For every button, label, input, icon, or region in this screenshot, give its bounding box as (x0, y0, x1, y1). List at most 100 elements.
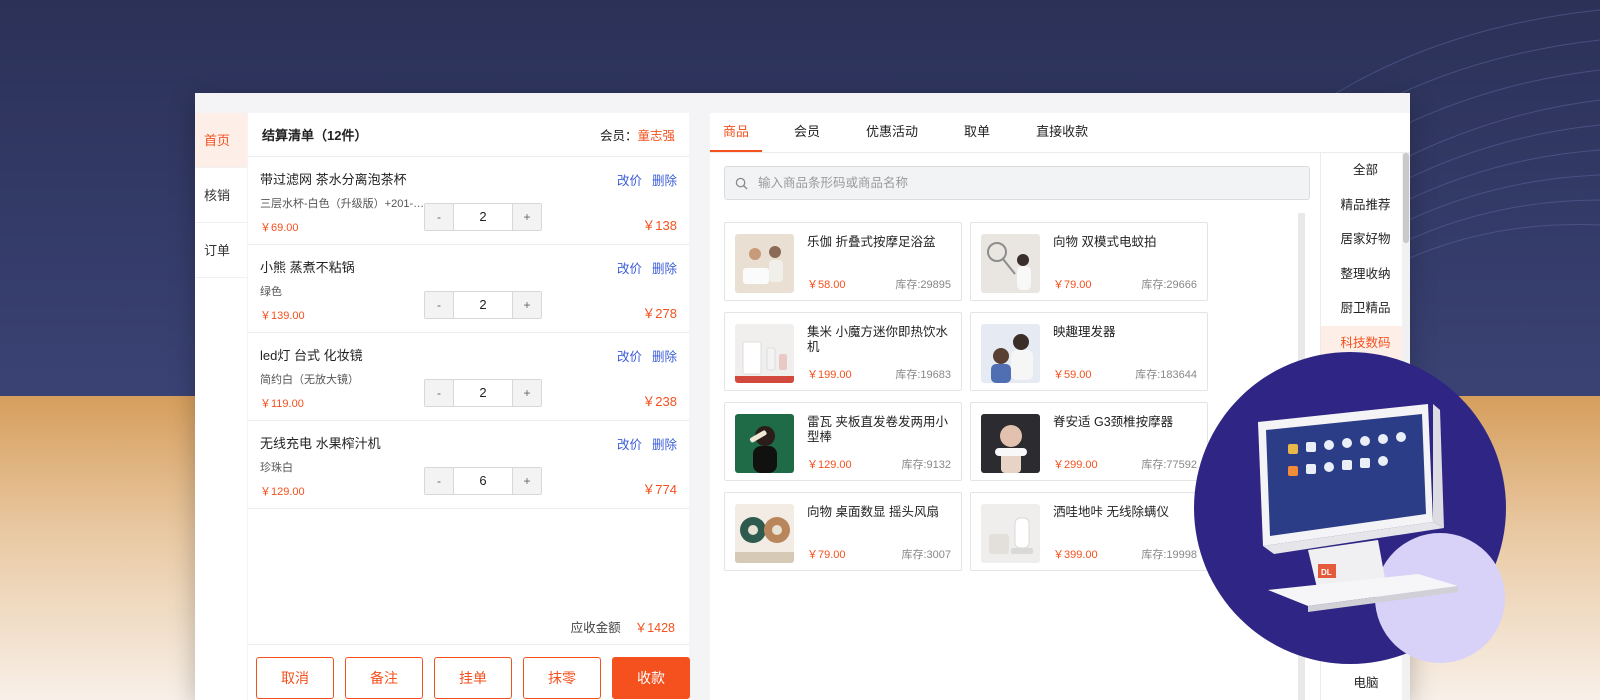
product-price: ￥79.00 (1053, 279, 1092, 291)
quantity-input[interactable]: 2 (453, 380, 513, 406)
product-stock: 库存:29895 (895, 279, 951, 291)
increase-button[interactable]: + (513, 292, 541, 318)
quantity-input[interactable]: 2 (453, 292, 513, 318)
search-icon (735, 177, 748, 190)
search-input[interactable] (758, 176, 1298, 190)
product-price: ￥129.00 (807, 459, 852, 471)
item-unit-price: ￥139.00 (260, 310, 305, 322)
product-image (981, 324, 1040, 383)
cart-action-bar: 取消 备注 挂单 抹零 收款 (256, 657, 690, 699)
tab-products[interactable]: 商品 (710, 113, 763, 152)
quantity-stepper: - 6 + (424, 467, 542, 495)
product-price: ￥299.00 (1053, 459, 1098, 471)
cart-header: 结算清单（12件） 会员：童志强 (248, 113, 689, 157)
category-storage[interactable]: 整理收纳 (1321, 257, 1410, 292)
cart-item: 小熊 蒸煮不粘锅 绿色 ￥139.00 改价 删除 - 2 + ￥278 (248, 245, 689, 333)
quantity-input[interactable]: 6 (453, 468, 513, 494)
modify-price-button[interactable]: 改价 (617, 174, 642, 188)
delete-item-button[interactable]: 删除 (652, 174, 677, 188)
increase-button[interactable]: + (513, 204, 541, 230)
product-card[interactable]: 洒哇地咔 无线除螨仪 ￥399.00 库存:19998 (970, 492, 1208, 571)
product-name: 映趣理发器 (1053, 325, 1116, 339)
item-total: ￥238 (642, 394, 677, 409)
delete-item-button[interactable]: 删除 (652, 262, 677, 276)
product-stock: 库存:77592 (1141, 459, 1197, 471)
item-spec: 三层水杯-白色（升级版）+201-3... (260, 198, 425, 210)
tab-members[interactable]: 会员 (792, 113, 822, 152)
product-name: 脊安适 G3颈椎按摩器 (1053, 415, 1174, 429)
product-image (735, 324, 794, 383)
product-card[interactable]: 映趣理发器 ￥59.00 库存:183644 (970, 312, 1208, 391)
product-card[interactable]: 雷瓦 夹板直发卷发两用小型棒 ￥129.00 库存:9132 (724, 402, 962, 481)
item-name: 无线充电 水果榨汁机 (260, 436, 381, 451)
category-featured[interactable]: 精品推荐 (1321, 188, 1410, 223)
product-name: 洒哇地咔 无线除螨仪 (1053, 505, 1169, 519)
delete-item-button[interactable]: 删除 (652, 438, 677, 452)
main-tabs: 商品 会员 优惠活动 取单 直接收款 (710, 113, 1410, 153)
item-name: 小熊 蒸煮不粘锅 (260, 260, 355, 275)
cancel-button[interactable]: 取消 (256, 657, 334, 699)
pos-terminal-illustration: DL (1258, 404, 1458, 612)
product-stock: 库存:9132 (901, 459, 951, 471)
decrease-button[interactable]: - (425, 292, 453, 318)
product-price: ￥58.00 (807, 279, 846, 291)
tab-direct-payment[interactable]: 直接收款 (1034, 113, 1090, 152)
tab-retrieve-order[interactable]: 取单 (962, 113, 992, 152)
nav-item-orders[interactable]: 订单 (195, 223, 247, 278)
category-computer[interactable]: 电脑 (1321, 666, 1411, 700)
item-actions: 改价 删除 (607, 258, 677, 277)
product-stock: 库存:29666 (1141, 279, 1197, 291)
product-price: ￥59.00 (1053, 369, 1092, 381)
amount-due-value: ￥1428 (634, 621, 675, 635)
category-home-goods[interactable]: 居家好物 (1321, 222, 1410, 257)
tab-promotions[interactable]: 优惠活动 (864, 113, 920, 152)
hold-order-button[interactable]: 挂单 (434, 657, 512, 699)
member-name[interactable]: 童志强 (637, 129, 675, 143)
item-total: ￥138 (642, 218, 677, 233)
checkout-button[interactable]: 收款 (612, 657, 690, 699)
item-total: ￥278 (642, 306, 677, 321)
decrease-button[interactable]: - (425, 380, 453, 406)
modify-price-button[interactable]: 改价 (617, 438, 642, 452)
increase-button[interactable]: + (513, 468, 541, 494)
note-button[interactable]: 备注 (345, 657, 423, 699)
device-logo: DL (1321, 568, 1332, 577)
delete-item-button[interactable]: 删除 (652, 350, 677, 364)
product-name: 乐伽 折叠式按摩足浴盆 (807, 235, 936, 249)
product-search-bar (724, 166, 1310, 200)
product-image (981, 414, 1040, 473)
product-card[interactable]: 向物 双模式电蚊拍 ￥79.00 库存:29666 (970, 222, 1208, 301)
product-card[interactable]: 向物 桌面数显 摇头风扇 ￥79.00 库存:3007 (724, 492, 962, 571)
decrease-button[interactable]: - (425, 204, 453, 230)
quantity-input[interactable]: 2 (453, 204, 513, 230)
cart-item: 带过滤网 茶水分离泡茶杯 三层水杯-白色（升级版）+201-3... ￥69.0… (248, 157, 689, 245)
round-off-button[interactable]: 抹零 (523, 657, 601, 699)
product-card[interactable]: 乐伽 折叠式按摩足浴盆 ￥58.00 库存:29895 (724, 222, 962, 301)
increase-button[interactable]: + (513, 380, 541, 406)
cart-title: 结算清单（12件） (262, 128, 368, 143)
modify-price-button[interactable]: 改价 (617, 350, 642, 364)
quantity-stepper: - 2 + (424, 203, 542, 231)
item-actions: 改价 删除 (607, 346, 677, 365)
product-image (981, 234, 1040, 293)
category-kitchen-bath[interactable]: 厨卫精品 (1321, 291, 1410, 326)
category-all[interactable]: 全部 (1321, 153, 1410, 188)
item-unit-price: ￥119.00 (260, 398, 304, 410)
member-label: 会员： (599, 129, 638, 143)
product-stock: 库存:19683 (895, 369, 951, 381)
modify-price-button[interactable]: 改价 (617, 262, 642, 276)
product-card[interactable]: 脊安适 G3颈椎按摩器 ￥299.00 库存:77592 (970, 402, 1208, 481)
amount-due-label: 应收金额 (570, 621, 621, 635)
product-image (735, 234, 794, 293)
product-image (735, 414, 794, 473)
cart-item: led灯 台式 化妆镜 简约白（无放大镜） ￥119.00 改价 删除 - 2 +… (248, 333, 689, 421)
product-card[interactable]: 集米 小魔方迷你即热饮水机 ￥199.00 库存:19683 (724, 312, 962, 391)
item-unit-price: ￥69.00 (260, 222, 299, 234)
nav-item-home[interactable]: 首页 (195, 113, 247, 168)
nav-item-verify[interactable]: 核销 (195, 168, 247, 223)
item-spec: 简约白（无放大镜） (260, 374, 359, 386)
product-image (981, 504, 1040, 563)
decrease-button[interactable]: - (425, 468, 453, 494)
category-scrollbar-thumb[interactable] (1403, 153, 1409, 243)
item-actions: 改价 删除 (607, 170, 677, 189)
